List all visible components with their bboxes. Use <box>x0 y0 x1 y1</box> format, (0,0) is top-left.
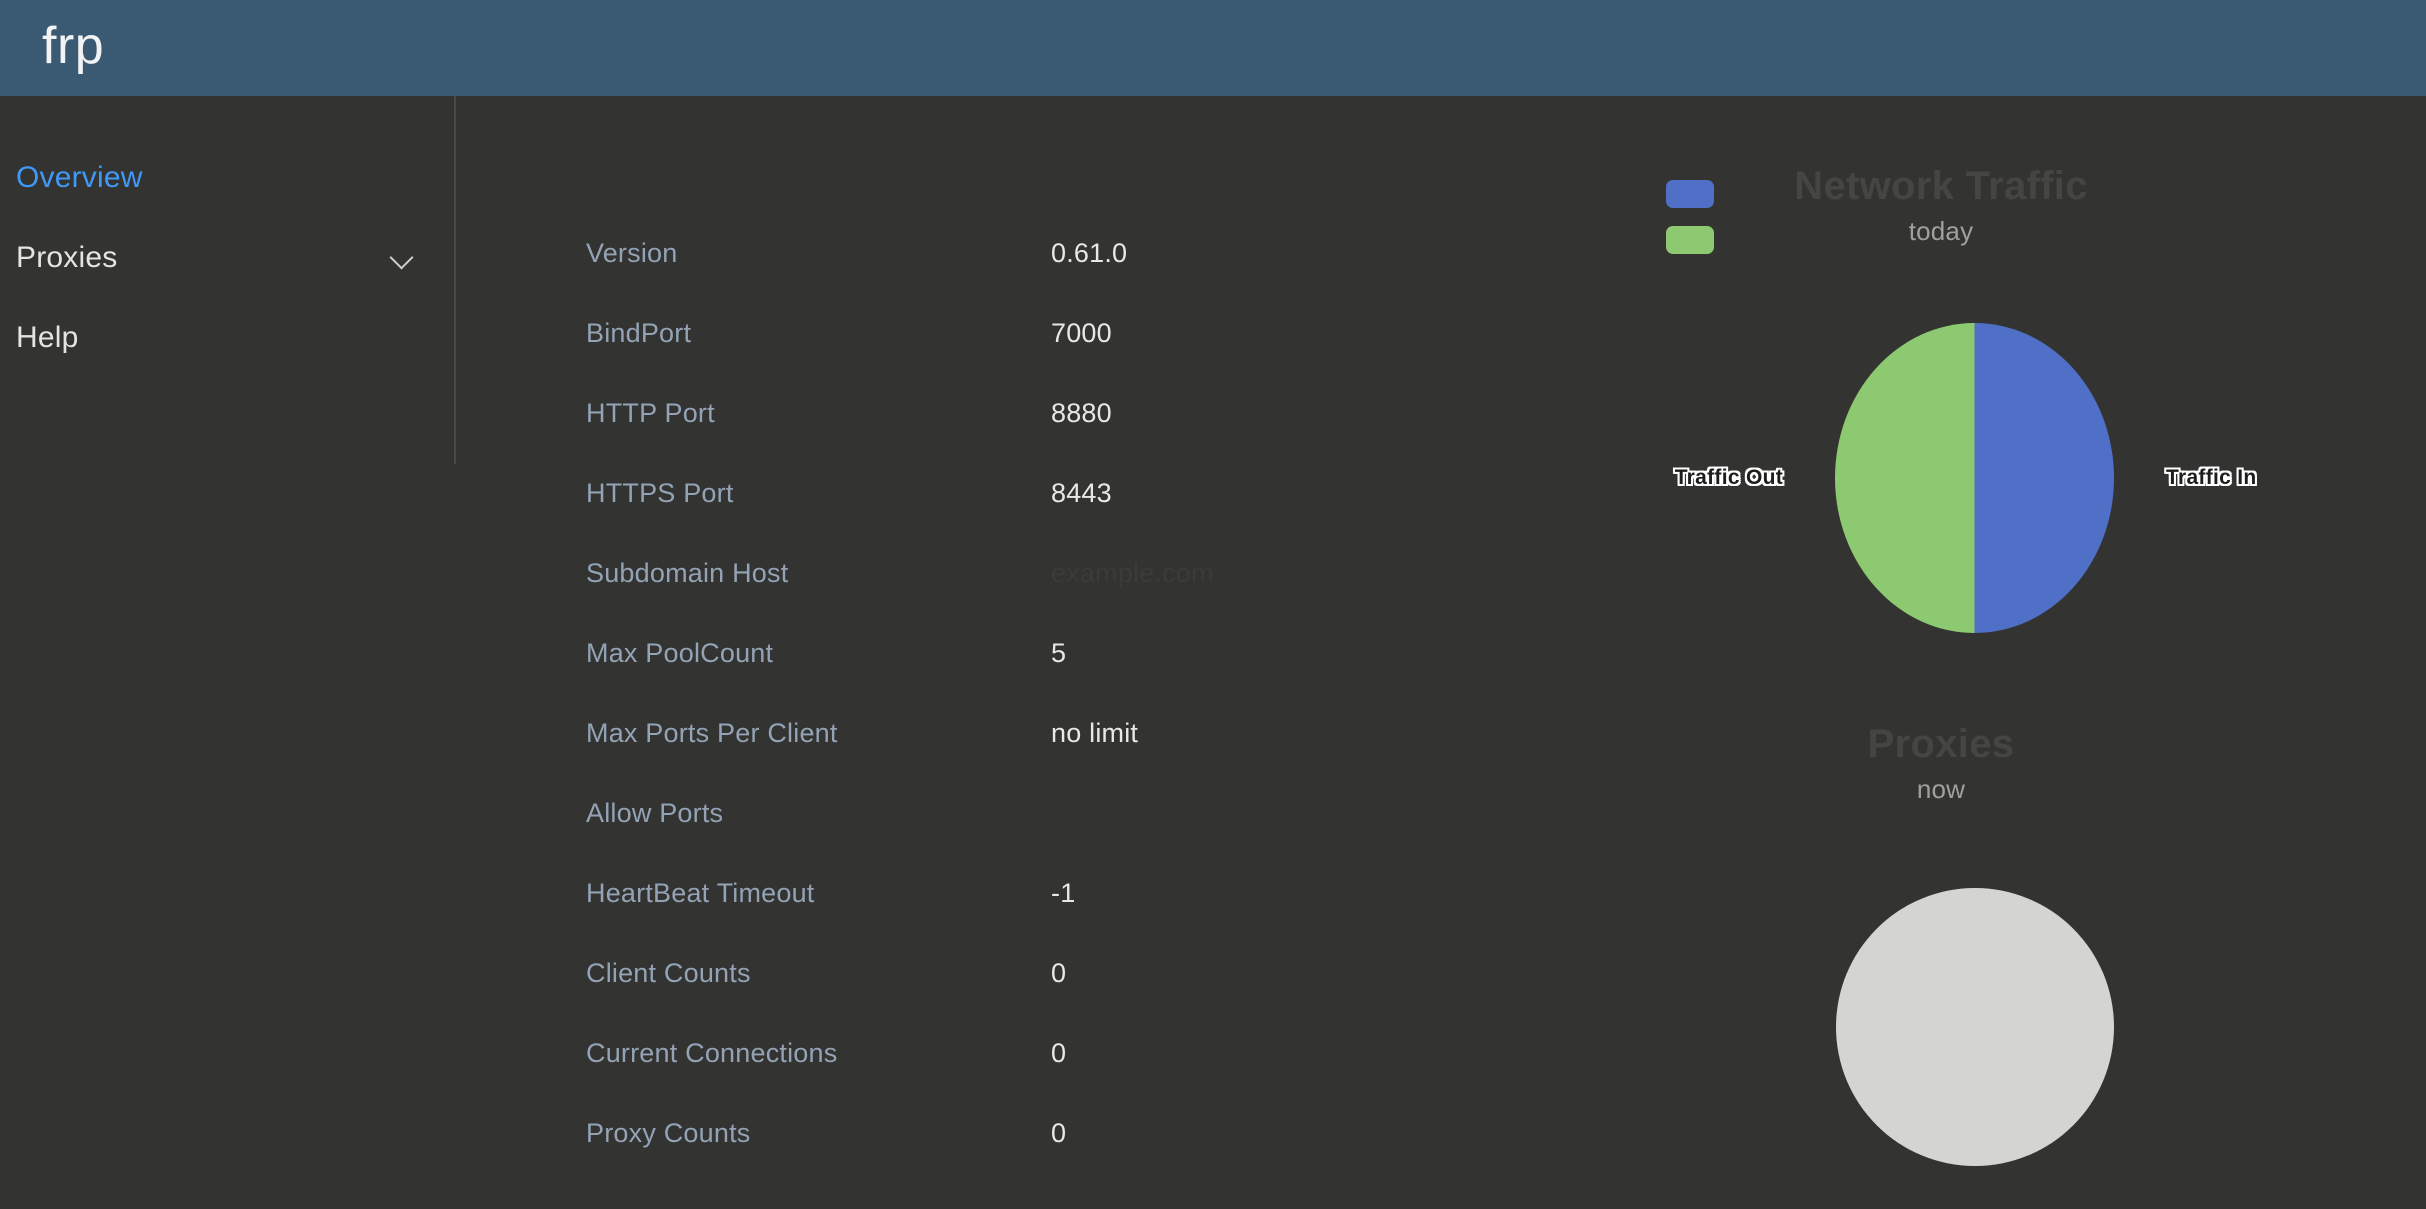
table-row: Version 0.61.0 <box>586 238 1456 318</box>
row-value: -1 <box>1051 878 1076 908</box>
chart-title: Network Traffic <box>1794 164 2088 208</box>
row-label: Client Counts <box>586 958 751 988</box>
row-value: no limit <box>1051 718 1139 748</box>
sidebar-item-proxies[interactable]: Proxies <box>0 218 456 298</box>
row-label: HeartBeat Timeout <box>586 878 815 908</box>
table-row: Max Ports Per Client no limit <box>586 718 1456 798</box>
pie-label-traffic-in: Traffic In <box>2166 466 2257 489</box>
chart-subtitle: today <box>1908 216 1974 246</box>
row-label: HTTPS Port <box>586 478 734 508</box>
row-value: 5 <box>1051 638 1067 668</box>
sidebar-item-label: Help <box>16 321 79 354</box>
network-traffic-legend <box>1666 180 1714 254</box>
server-info-table: Version 0.61.0 BindPort 7000 HTTP Port 8… <box>456 96 1456 1209</box>
table-row: Subdomain Host example.com <box>586 558 1456 638</box>
chevron-down-icon[interactable] <box>392 247 414 269</box>
row-label: Subdomain Host <box>586 558 789 588</box>
table-row: Max PoolCount 5 <box>586 638 1456 718</box>
app-title: frp <box>42 17 105 75</box>
sidebar-item-help[interactable]: Help <box>0 298 456 378</box>
sidebar-item-label: Proxies <box>16 241 118 274</box>
row-value: 0 <box>1051 1118 1067 1148</box>
row-value: 7000 <box>1051 318 1112 348</box>
row-label: Proxy Counts <box>586 1118 751 1148</box>
app-header: frp <box>0 0 2426 96</box>
row-value: example.com <box>1051 558 1214 588</box>
legend-swatch-traffic-in[interactable] <box>1666 180 1714 208</box>
pie-slice-traffic-in[interactable] <box>1974 323 2115 633</box>
row-value: 8443 <box>1051 478 1112 508</box>
pie-svg <box>1790 323 2159 633</box>
row-value: 0 <box>1051 1038 1067 1068</box>
table-row: HTTP Port 8880 <box>586 398 1456 478</box>
proxies-empty-pie[interactable] <box>1836 888 2114 1166</box>
row-value: 0.61.0 <box>1051 238 1128 268</box>
proxies-header: Proxies now <box>1456 722 2426 805</box>
row-label: Current Connections <box>586 1038 838 1068</box>
row-label: Max Ports Per Client <box>586 718 838 748</box>
charts-column: Network Traffic today Traffic Out Traffi… <box>1456 96 2426 1209</box>
table-row: Allow Ports <box>586 798 1456 878</box>
legend-swatch-traffic-out[interactable] <box>1666 226 1714 254</box>
network-traffic-header: Network Traffic today <box>1456 164 2426 247</box>
table-row: BindPort 7000 <box>586 318 1456 398</box>
app-body: Overview Proxies Help Version 0.61.0 Bin… <box>0 96 2426 1209</box>
row-label: Max PoolCount <box>586 638 774 668</box>
table-row: Current Connections 0 <box>586 1038 1456 1118</box>
chart-title: Proxies <box>1867 722 2015 766</box>
table-row: Client Counts 0 <box>586 958 1456 1038</box>
row-label: HTTP Port <box>586 398 715 428</box>
table-row: HTTPS Port 8443 <box>586 478 1456 558</box>
row-value: 0 <box>1051 958 1067 988</box>
pie-label-traffic-out: Traffic Out <box>1674 466 1783 489</box>
main-content: Version 0.61.0 BindPort 7000 HTTP Port 8… <box>456 96 2426 1209</box>
table-row: Proxy Counts 0 <box>586 1118 1456 1198</box>
row-value: 8880 <box>1051 398 1112 428</box>
network-traffic-pie[interactable]: Traffic Out Traffic In <box>1675 323 2256 633</box>
row-label: BindPort <box>586 318 692 348</box>
table-row: HeartBeat Timeout -1 <box>586 878 1456 958</box>
pie-slice-traffic-out[interactable] <box>1835 323 1975 633</box>
row-label: Version <box>586 238 678 268</box>
sidebar: Overview Proxies Help <box>0 96 456 1209</box>
sidebar-item-label: Overview <box>16 161 143 194</box>
chart-subtitle: now <box>1916 774 1966 804</box>
sidebar-item-overview[interactable]: Overview <box>0 138 456 218</box>
row-label: Allow Ports <box>586 798 724 828</box>
